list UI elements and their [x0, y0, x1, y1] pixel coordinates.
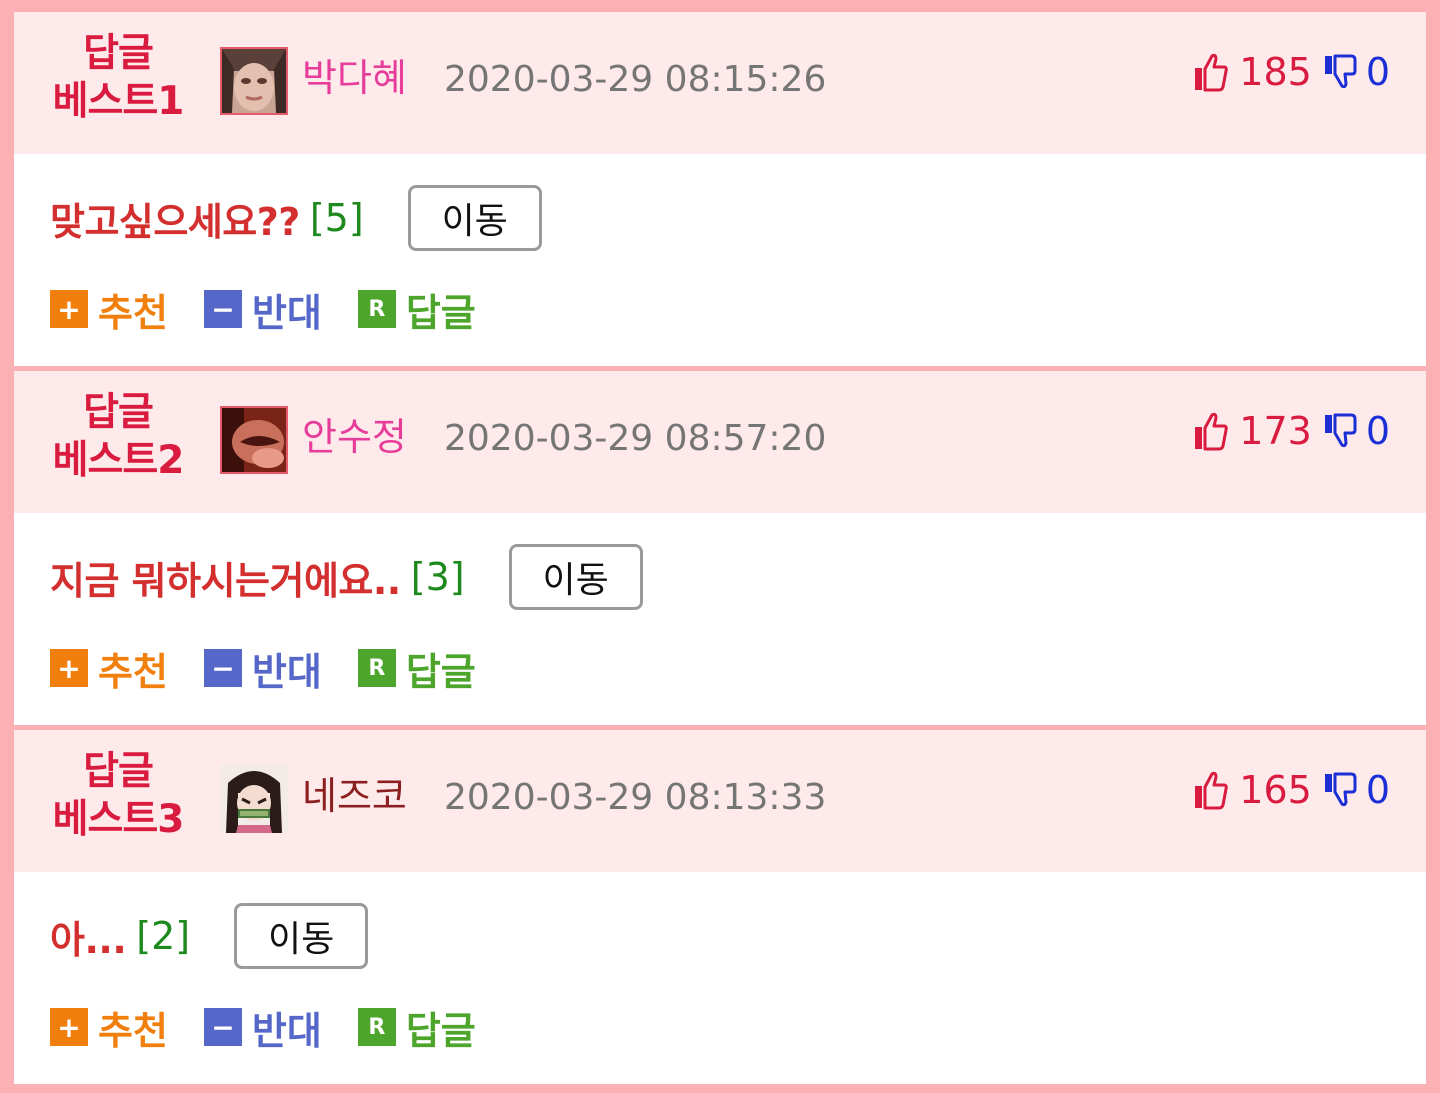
- oppose-button[interactable]: − 반대: [203, 1000, 322, 1055]
- vote-summary: 185 0: [1193, 48, 1390, 96]
- dislike-count: 0: [1365, 50, 1390, 94]
- move-button[interactable]: 이동: [508, 544, 643, 610]
- avatar[interactable]: [220, 47, 288, 115]
- like-count: 173: [1239, 409, 1312, 453]
- recommend-button[interactable]: + 추천: [50, 1000, 168, 1055]
- reply-button[interactable]: R 답글: [357, 282, 476, 337]
- reply-button[interactable]: R 답글: [357, 641, 476, 696]
- best-replies-list: 답글 베스트1 박다혜 2020-03-29 08:15:26 185 0 맞고…: [14, 12, 1426, 1084]
- minus-icon: −: [203, 290, 242, 328]
- reply-label: 답글: [405, 290, 476, 335]
- move-button[interactable]: 이동: [407, 185, 542, 251]
- thumbs-down-icon: [1324, 772, 1357, 807]
- comment-text[interactable]: 지금 뭐하시는거에요..: [50, 550, 401, 605]
- reply-r-icon: R: [357, 1008, 396, 1046]
- recommend-button[interactable]: + 추천: [50, 282, 168, 337]
- recommend-button[interactable]: + 추천: [50, 641, 168, 696]
- best-reply-card: 답글 베스트2 안수정 2020-03-29 08:57:20 173 0 지금…: [14, 371, 1426, 725]
- reply-body: 지금 뭐하시는거에요.. [3] 이동: [50, 543, 643, 611]
- best-reply-card: 답글 베스트1 박다혜 2020-03-29 08:15:26 185 0 맞고…: [14, 12, 1426, 366]
- like-count: 185: [1239, 50, 1312, 94]
- anime-character-avatar-icon: [220, 765, 288, 833]
- dislike-count: 0: [1365, 768, 1390, 812]
- nickname[interactable]: 네즈코: [302, 770, 407, 822]
- reply-r-icon: R: [357, 649, 396, 687]
- thumbs-up-icon: [1195, 53, 1229, 92]
- reply-label: 답글: [405, 1008, 476, 1053]
- comment-text[interactable]: 맞고싶으세요??: [50, 191, 300, 246]
- avatar[interactable]: [220, 765, 288, 833]
- reply-r-icon: R: [357, 290, 396, 328]
- oppose-label: 반대: [251, 1008, 322, 1053]
- best-reply-card: 답글 베스트3 네즈코 2020-03-29 08:13:33 165 0 아.…: [14, 730, 1426, 1084]
- reply-count: [5]: [309, 196, 364, 240]
- reply-actions: + 추천 − 반대 R 답글: [50, 641, 512, 696]
- recommend-label: 추천: [98, 290, 168, 335]
- thumbs-down-icon: [1324, 413, 1357, 448]
- timestamp: 2020-03-29 08:15:26: [444, 59, 827, 100]
- plus-icon: +: [50, 290, 88, 328]
- reply-count: [3]: [410, 555, 465, 599]
- oppose-label: 반대: [251, 649, 322, 694]
- timestamp: 2020-03-29 08:13:33: [444, 777, 827, 818]
- thumbs-up-icon: [1195, 412, 1229, 451]
- best-rank-label: 답글 베스트1: [52, 31, 185, 124]
- reply-label: 답글: [405, 649, 476, 694]
- reply-body: 맞고싶으세요?? [5] 이동: [50, 184, 542, 252]
- minus-icon: −: [203, 649, 242, 687]
- reply-body: 아... [2] 이동: [50, 902, 369, 970]
- best-rank-label: 답글 베스트2: [52, 390, 185, 483]
- reply-header: 답글 베스트1 박다혜 2020-03-29 08:15:26 185 0: [14, 12, 1426, 154]
- reply-button[interactable]: R 답글: [357, 1000, 476, 1055]
- eye-closeup-avatar-icon: [222, 408, 286, 472]
- reply-header: 답글 베스트2 안수정 2020-03-29 08:57:20 173 0: [14, 371, 1426, 513]
- like-count: 165: [1239, 768, 1312, 812]
- plus-icon: +: [50, 649, 88, 687]
- move-button[interactable]: 이동: [234, 903, 369, 969]
- reply-header: 답글 베스트3 네즈코 2020-03-29 08:13:33 165 0: [14, 730, 1426, 872]
- thumbs-down-icon: [1324, 54, 1357, 89]
- reply-actions: + 추천 − 반대 R 답글: [50, 282, 512, 337]
- recommend-label: 추천: [98, 649, 168, 694]
- vote-summary: 165 0: [1193, 766, 1390, 814]
- reply-count: [2]: [136, 914, 191, 958]
- best-rank-label: 답글 베스트3: [52, 749, 185, 842]
- recommend-label: 추천: [98, 1008, 168, 1053]
- oppose-button[interactable]: − 반대: [203, 641, 322, 696]
- oppose-label: 반대: [251, 290, 322, 335]
- timestamp: 2020-03-29 08:57:20: [444, 418, 827, 459]
- reply-actions: + 추천 − 반대 R 답글: [50, 1000, 512, 1055]
- oppose-button[interactable]: − 반대: [203, 282, 322, 337]
- thumbs-up-icon: [1195, 771, 1229, 810]
- minus-icon: −: [203, 1008, 242, 1046]
- avatar[interactable]: [220, 406, 288, 474]
- vote-summary: 173 0: [1193, 407, 1390, 455]
- plus-icon: +: [50, 1008, 88, 1046]
- nickname[interactable]: 안수정: [302, 411, 407, 463]
- comment-text[interactable]: 아...: [50, 909, 127, 964]
- dislike-count: 0: [1365, 409, 1390, 453]
- face-photo-avatar-icon: [222, 49, 286, 113]
- nickname[interactable]: 박다혜: [302, 52, 407, 104]
